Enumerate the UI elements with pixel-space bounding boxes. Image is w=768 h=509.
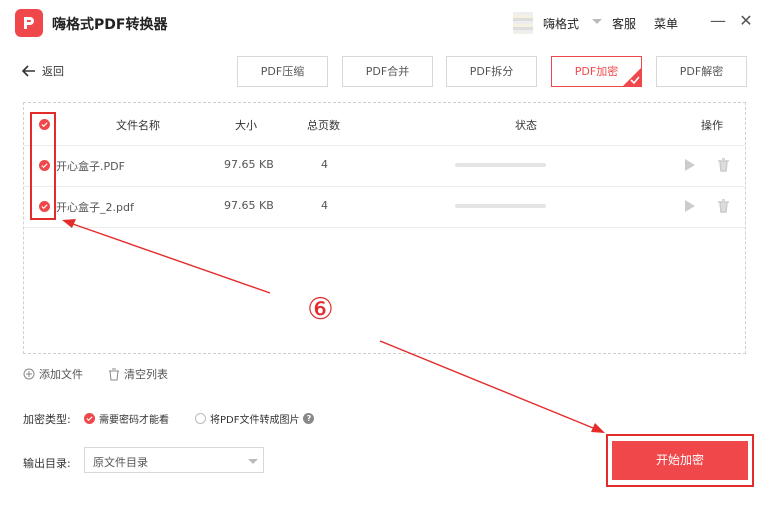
header-size: 大小 (235, 119, 257, 132)
output-dir-label: 输出目录: (23, 457, 71, 470)
arrow-left-icon (22, 65, 35, 77)
start-encrypt-button[interactable]: 开始加密 (612, 441, 748, 480)
progress-bar (455, 163, 546, 167)
minimize-icon[interactable]: — (709, 12, 727, 30)
selected-check-icon (623, 68, 641, 86)
add-file-button[interactable]: 添加文件 (23, 366, 83, 382)
file-size: 97.65 KB (224, 199, 274, 212)
trash-icon[interactable] (717, 199, 730, 213)
play-icon[interactable] (684, 199, 696, 213)
step-number-annotation: ⑥ (307, 292, 334, 327)
avatar[interactable] (513, 12, 533, 34)
help-icon[interactable]: ? (303, 413, 315, 424)
plus-circle-icon (23, 368, 35, 380)
tab-pdf-decrypt[interactable]: PDF解密 (656, 56, 747, 87)
progress-bar (455, 204, 546, 208)
back-label: 返回 (42, 65, 64, 78)
chevron-down-icon (248, 459, 258, 464)
clear-list-button[interactable]: 清空列表 (108, 366, 168, 382)
file-table: 文件名称 大小 总页数 状态 操作 开心盒子.PDF 97.65 KB 4 开心… (23, 102, 746, 354)
radio-image-label: 将PDF文件转成图片 (210, 415, 300, 426)
radio-password-option[interactable]: 需要密码才能看 (84, 411, 169, 426)
row-divider (24, 186, 745, 187)
header-file-name: 文件名称 (116, 119, 160, 132)
user-menu-chevron-down-icon[interactable] (592, 19, 602, 24)
tab-pdf-compress[interactable]: PDF压缩 (237, 56, 328, 87)
radio-password-label: 需要密码才能看 (99, 415, 169, 426)
add-file-label: 添加文件 (39, 368, 83, 381)
radio-image-option[interactable]: 将PDF文件转成图片 ? (195, 411, 315, 426)
file-pages: 4 (321, 158, 328, 171)
row-divider (24, 227, 745, 228)
header-status: 状态 (515, 119, 537, 132)
user-name[interactable]: 嗨格式 (543, 15, 579, 32)
encrypt-type-label: 加密类型: (23, 413, 71, 426)
tab-pdf-encrypt[interactable]: PDF加密 (551, 56, 642, 87)
annotation-highlight-box (30, 112, 56, 220)
tab-pdf-encrypt-label: PDF加密 (574, 65, 619, 78)
trash-icon[interactable] (717, 158, 730, 172)
header-operations: 操作 (701, 119, 723, 132)
file-pages: 4 (321, 199, 328, 212)
header-pages: 总页数 (307, 119, 340, 132)
trash-icon (109, 368, 119, 380)
tab-pdf-split[interactable]: PDF拆分 (446, 56, 537, 87)
app-title: 嗨格式PDF转换器 (52, 17, 168, 33)
play-icon[interactable] (684, 158, 696, 172)
menu-link[interactable]: 菜单 (654, 15, 678, 32)
customer-service-link[interactable]: 客服 (612, 15, 636, 32)
radio-unchecked-icon (195, 413, 206, 424)
back-button[interactable]: 返回 (22, 63, 64, 79)
file-name: 开心盒子.PDF (56, 160, 125, 173)
radio-checked-icon (84, 413, 95, 424)
file-name: 开心盒子_2.pdf (56, 201, 134, 214)
clear-list-label: 清空列表 (124, 368, 168, 381)
title-bar: 嗨格式PDF转换器 嗨格式 客服 菜单 — ✕ (0, 0, 768, 46)
close-icon[interactable]: ✕ (737, 12, 755, 30)
row-divider (24, 145, 745, 146)
output-dir-value: 原文件目录 (93, 456, 148, 469)
app-logo-icon (15, 9, 43, 37)
output-dir-select[interactable]: 原文件目录 (84, 447, 264, 473)
file-size: 97.65 KB (224, 158, 274, 171)
tab-pdf-merge[interactable]: PDF合并 (342, 56, 433, 87)
